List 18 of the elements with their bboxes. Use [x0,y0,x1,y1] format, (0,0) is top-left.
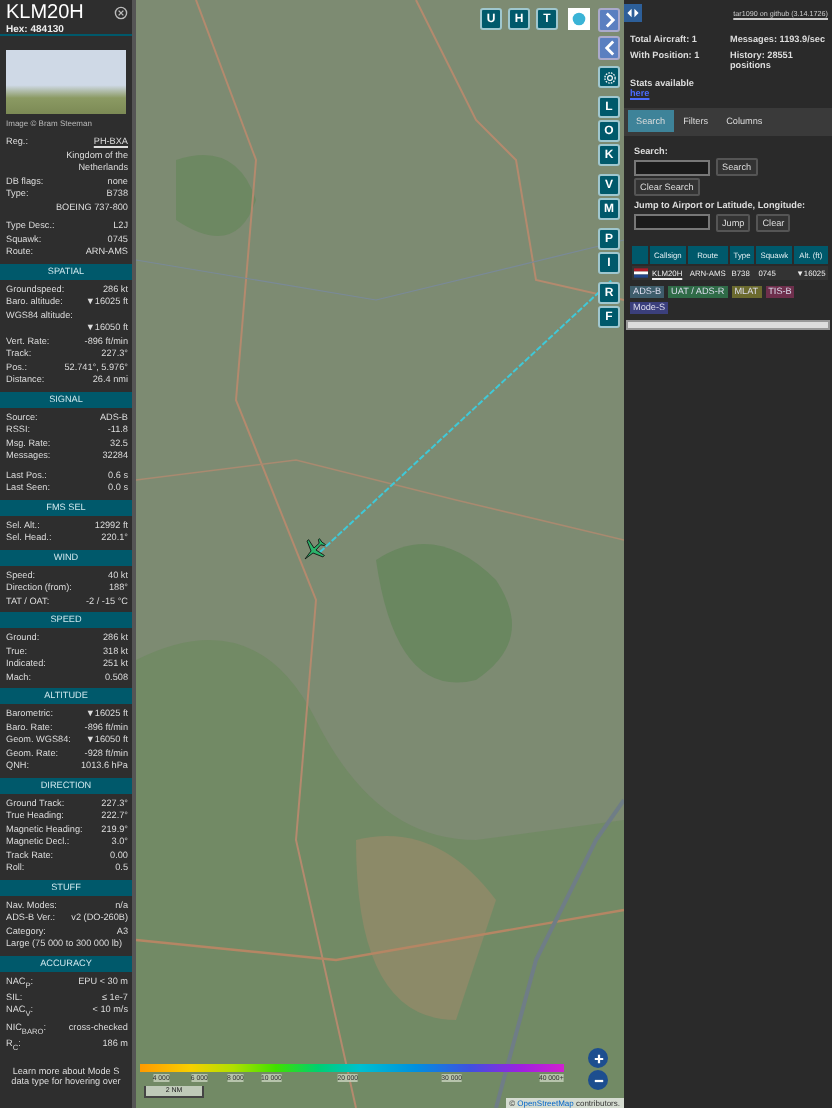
plus-icon [591,1051,605,1065]
close-icon[interactable] [114,6,128,20]
jump-field[interactable] [634,214,710,231]
map-toggle-button[interactable] [568,8,590,30]
settings-button[interactable] [598,66,620,88]
chevron-right-icon [601,12,617,28]
settings-icon [601,69,617,85]
expand-button[interactable] [598,8,620,32]
dot-icon [570,10,588,28]
flag-icon [633,267,647,278]
airplane-icon[interactable] [300,536,328,564]
collapse-button[interactable] [598,36,620,60]
photo-placeholder [6,50,126,114]
search-field[interactable] [634,159,710,176]
aircraft-callsign: KLM20H [6,4,84,24]
chevron-left-icon [601,40,617,56]
double-arrow-icon [626,6,640,20]
panel-toggle-button[interactable] [624,4,642,22]
